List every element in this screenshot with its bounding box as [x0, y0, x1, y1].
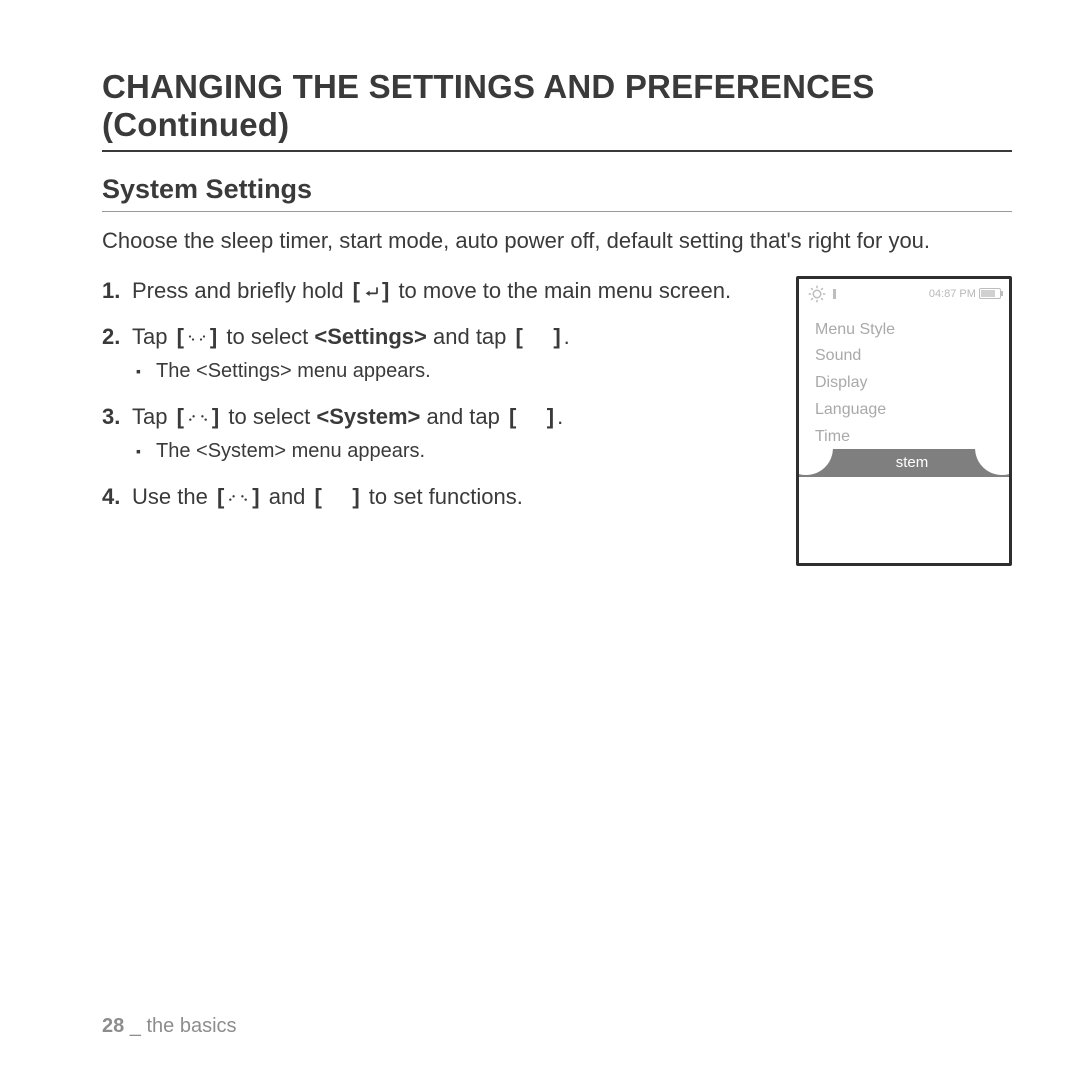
- section-name: the basics: [147, 1015, 237, 1037]
- bracket-open: [: [312, 484, 325, 509]
- bracket-open: [: [174, 404, 187, 429]
- page-number: 28: [102, 1015, 124, 1037]
- up-down-dots-icon: [187, 412, 209, 424]
- return-icon: [363, 285, 379, 299]
- device-mock: 04:87 PM Menu Style Sound Display Langua…: [796, 276, 1012, 566]
- bracket-open: [: [214, 484, 227, 509]
- step-1: Press and briefly hold [] to move to the…: [102, 276, 770, 306]
- steps-column: Press and briefly hold [] to move to the…: [102, 276, 770, 529]
- battery-icon: [979, 288, 1001, 299]
- bracket-close: ]: [550, 324, 563, 349]
- bracket-close: ]: [379, 278, 392, 303]
- step-4: Use the [] and [ ] to set functions.: [102, 482, 770, 512]
- bracket-close: ]: [209, 404, 222, 429]
- device-menu-item: Sound: [815, 343, 993, 370]
- up-down-dots-icon: [227, 492, 249, 504]
- intro-text: Choose the sleep timer, start mode, auto…: [102, 226, 1002, 256]
- step-3: Tap [] to select <System> and tap [ ]. T…: [102, 402, 770, 466]
- device-menu-item: Time: [815, 424, 993, 451]
- bracket-open: [: [174, 324, 187, 349]
- step-3-note: The <System> menu appears.: [132, 438, 770, 466]
- device-menu-item: Display: [815, 370, 993, 397]
- step-2-note: The <Settings> menu appears.: [132, 358, 770, 386]
- flag-icon: [833, 289, 836, 299]
- bracket-close: ]: [544, 404, 557, 429]
- bracket-close: ]: [249, 484, 262, 509]
- page-title: CHANGING THE SETTINGS AND PREFERENCES (C…: [102, 68, 1012, 152]
- bracket-close: ]: [349, 484, 362, 509]
- device-selected-label: stem: [896, 454, 929, 471]
- device-statusbar: 04:87 PM: [799, 279, 1009, 309]
- bracket-open: [: [506, 404, 519, 429]
- device-menu-item: Menu Style: [815, 317, 993, 344]
- system-label: <System>: [316, 404, 420, 429]
- device-time: 04:87 PM: [929, 288, 976, 300]
- settings-label: <Settings>: [314, 324, 426, 349]
- device-selected-row: stem: [799, 449, 1009, 477]
- device-menu-item: Language: [815, 397, 993, 424]
- bracket-close: ]: [207, 324, 220, 349]
- bracket-open: [: [513, 324, 526, 349]
- step-2: Tap [] to select <Settings> and tap [ ].…: [102, 322, 770, 386]
- device-menu-list: Menu Style Sound Display Language Time: [799, 309, 1009, 451]
- section-title: System Settings: [102, 174, 1012, 212]
- left-right-dots-icon: [187, 332, 207, 344]
- gear-icon: [807, 284, 827, 304]
- page-footer: 28 _ the basics: [102, 1015, 237, 1038]
- bracket-open: [: [350, 278, 363, 303]
